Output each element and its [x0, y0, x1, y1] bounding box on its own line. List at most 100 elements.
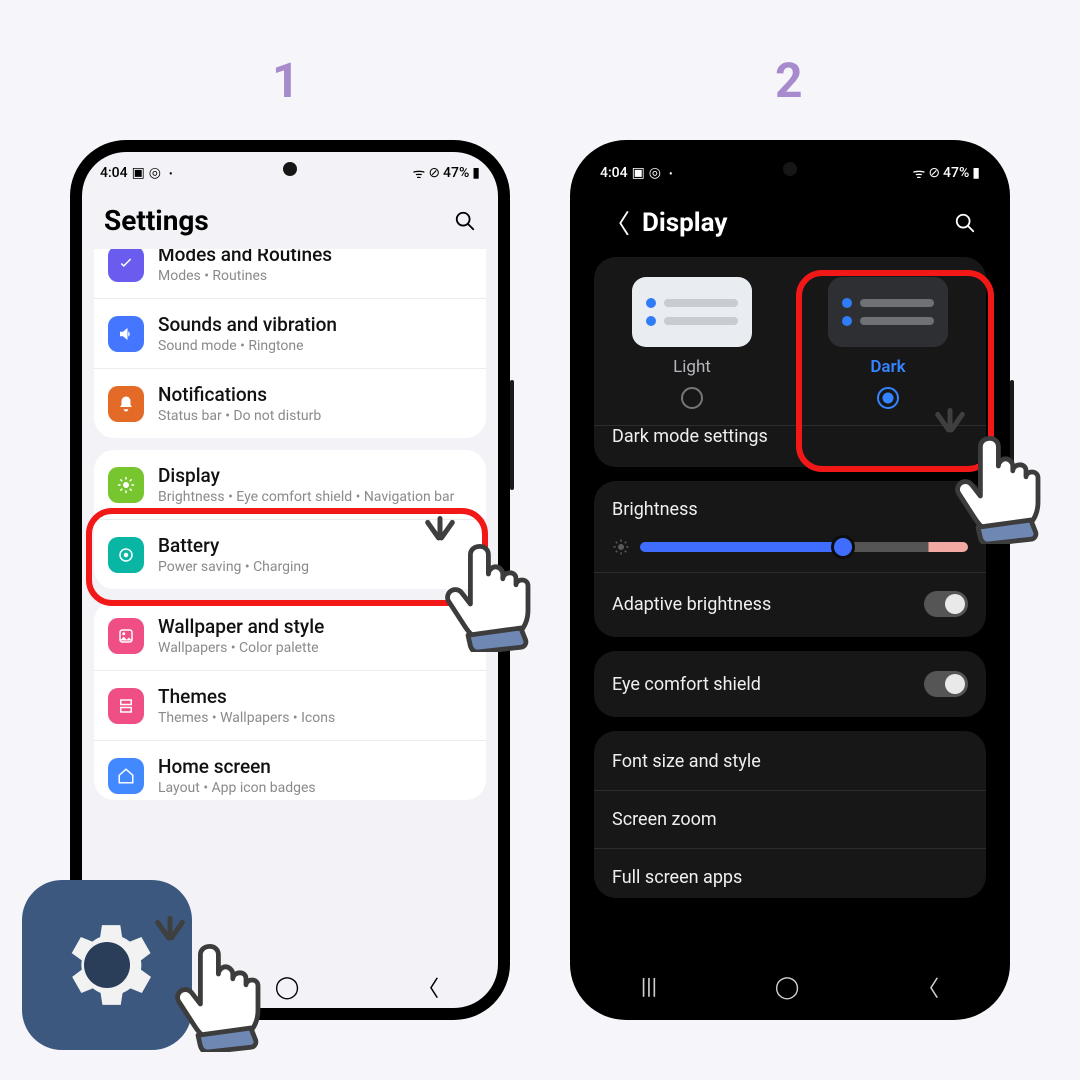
full-screen-apps-row[interactable]: Full screen apps [594, 848, 986, 896]
row-subtitle: Wallpapers • Color palette [158, 640, 472, 656]
settings-card-3: Wallpaper and style Wallpapers • Color pa… [94, 601, 486, 800]
adaptive-label: Adaptive brightness [612, 594, 771, 615]
page-title: Settings [104, 204, 209, 237]
settings-row-wallpaper[interactable]: Wallpaper and style Wallpapers • Color pa… [94, 601, 486, 670]
dark-thumbnail [828, 277, 948, 347]
nav-back-icon[interactable]: 〈 [417, 971, 439, 1003]
settings-card-1: Modes and Routines Modes • Routines Sound… [94, 249, 486, 438]
row-title: Wallpaper and style [158, 615, 472, 638]
adaptive-toggle[interactable] [924, 591, 968, 617]
no-data-icon: ⊘ [428, 165, 440, 181]
brightness-label: Brightness [612, 499, 968, 520]
search-icon[interactable] [454, 210, 476, 232]
search-icon[interactable] [954, 212, 976, 234]
radio-light[interactable] [681, 387, 703, 409]
step-number-2: 2 [775, 52, 803, 109]
sun-icon [108, 467, 144, 503]
nav-bar: ||| ◯ 〈 [582, 966, 998, 1008]
themes-icon [108, 688, 144, 724]
wifi-icon: ᯤ [413, 164, 426, 183]
full-label: Full screen apps [612, 867, 742, 888]
image-icon: ▣ [132, 165, 145, 181]
row-subtitle: Power saving • Charging [158, 559, 472, 575]
display-options-panel: Font size and style Screen zoom Full scr… [594, 731, 986, 898]
row-subtitle: Layout • App icon badges [158, 780, 472, 796]
bell-icon [108, 386, 144, 422]
battery-percent: 47% [443, 165, 469, 181]
settings-row-sounds[interactable]: Sounds and vibration Sound mode • Rington… [94, 298, 486, 368]
back-icon[interactable]: 〈 [604, 204, 630, 241]
brightness-panel: Brightness Adaptive brightness [594, 481, 986, 637]
brightness-thumb[interactable] [831, 535, 855, 559]
nav-recents-icon[interactable]: ||| [641, 975, 657, 1000]
settings-row-notifications[interactable]: Notifications Status bar • Do not disturb [94, 368, 486, 438]
row-title: Modes and Routines [158, 249, 472, 266]
settings-card-2: Display Brightness • Eye comfort shield •… [94, 450, 486, 589]
step-number-1: 1 [272, 52, 300, 109]
phone-power-button [1010, 380, 1014, 490]
camera-notch [283, 162, 297, 176]
overflow-dot-icon [165, 165, 173, 181]
theme-option-light[interactable]: Light [612, 277, 772, 409]
wallpaper-icon [108, 618, 144, 654]
settings-row-themes[interactable]: Themes Themes • Wallpapers • Icons [94, 670, 486, 740]
row-title: Battery [158, 534, 472, 557]
nav-home-icon[interactable]: ◯ [775, 975, 800, 1000]
statusbar-time: 4:04 [600, 165, 628, 181]
row-title: Notifications [158, 383, 472, 406]
theme-mode-panel: Light Dark Dark mode settings [594, 257, 986, 467]
row-title: Home screen [158, 755, 472, 778]
row-subtitle: Brightness • Eye comfort shield • Naviga… [158, 489, 472, 505]
zoom-label: Screen zoom [612, 809, 717, 830]
row-subtitle: Modes • Routines [158, 268, 472, 284]
battery-icon [108, 537, 144, 573]
theme-option-dark[interactable]: Dark [808, 277, 968, 409]
settings-row-modes[interactable]: Modes and Routines Modes • Routines [94, 249, 486, 298]
eye-comfort-label: Eye comfort shield [612, 674, 761, 695]
radio-dark[interactable] [877, 387, 899, 409]
check-icon: ◎ [149, 165, 161, 181]
settings-row-home[interactable]: Home screen Layout • App icon badges [94, 740, 486, 800]
nav-home-icon[interactable]: ◯ [275, 975, 300, 1000]
font-label: Font size and style [612, 751, 761, 772]
settings-header: Settings [82, 190, 498, 253]
eye-comfort-row[interactable]: Eye comfort shield [594, 653, 986, 715]
gear-core [84, 942, 130, 988]
battery-icon: ▮ [472, 165, 480, 181]
theme-label-light: Light [673, 357, 711, 377]
screen-zoom-row[interactable]: Screen zoom [594, 790, 986, 848]
phone-display: 4:04 ▣ ◎ ᯤ ⊘ 47% ▮ 〈 Display [570, 140, 1010, 1020]
modes-icon [108, 249, 144, 282]
battery-percent: 47% [943, 165, 969, 181]
row-subtitle: Sound mode • Ringtone [158, 338, 472, 354]
eye-comfort-panel: Eye comfort shield [594, 651, 986, 717]
settings-app-badge [22, 880, 192, 1050]
font-size-row[interactable]: Font size and style [594, 733, 986, 790]
display-header: 〈 Display [582, 190, 998, 257]
adaptive-brightness-row[interactable]: Adaptive brightness [594, 572, 986, 635]
row-title: Sounds and vibration [158, 313, 472, 336]
row-subtitle: Themes • Wallpapers • Icons [158, 710, 472, 726]
settings-row-display[interactable]: Display Brightness • Eye comfort shield •… [94, 450, 486, 519]
row-subtitle: Status bar • Do not disturb [158, 408, 472, 424]
camera-notch [783, 162, 797, 176]
page-title: Display [642, 208, 727, 238]
brightness-sun-icon [612, 538, 630, 556]
row-title: Themes [158, 685, 472, 708]
row-title: Display [158, 464, 472, 487]
wifi-icon: ᯤ [913, 164, 926, 183]
dark-mode-settings-link[interactable]: Dark mode settings [594, 426, 986, 465]
eye-comfort-toggle[interactable] [924, 671, 968, 697]
light-thumbnail [632, 277, 752, 347]
overflow-dot-icon [665, 165, 673, 181]
theme-label-dark: Dark [870, 357, 905, 377]
nav-back-icon[interactable]: 〈 [917, 971, 939, 1003]
no-data-icon: ⊘ [928, 165, 940, 181]
battery-icon: ▮ [972, 165, 980, 181]
statusbar-time: 4:04 [100, 165, 128, 181]
phone-power-button [510, 380, 514, 490]
image-icon: ▣ [632, 165, 645, 181]
settings-row-battery[interactable]: Battery Power saving • Charging [94, 519, 486, 589]
brightness-slider[interactable] [612, 538, 968, 556]
home-icon [108, 758, 144, 794]
